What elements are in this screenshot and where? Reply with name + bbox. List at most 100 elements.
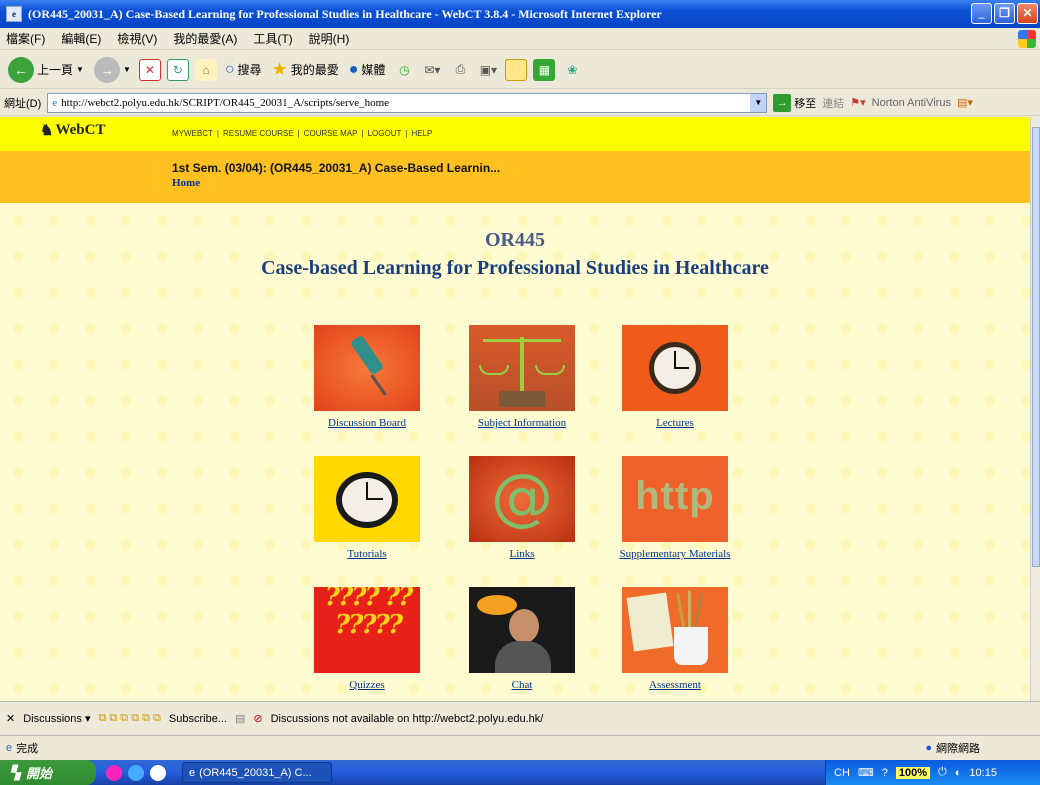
tile-label-subject-information[interactable]: Subject Information xyxy=(447,417,597,429)
start-button[interactable]: ▚ 開始 xyxy=(0,760,96,785)
help-icon[interactable]: ? xyxy=(882,767,888,779)
question-marks-icon[interactable]: ???? ?? ????? xyxy=(314,587,420,673)
forward-button[interactable]: → ▼ xyxy=(92,55,133,85)
tile-label-assessment[interactable]: Assessment xyxy=(600,679,750,691)
norton-label[interactable]: Norton AntiVirus xyxy=(872,97,951,109)
mail-icon[interactable]: ✉▾ xyxy=(421,59,443,81)
windows-flag-icon: ▚ xyxy=(10,764,20,780)
phone-person-icon[interactable] xyxy=(469,587,575,673)
volume-icon[interactable]: ◐ xyxy=(955,767,962,779)
scrollbar-thumb[interactable] xyxy=(1032,127,1040,567)
pane-icon[interactable]: ▤ xyxy=(235,712,245,725)
nav-course-map[interactable]: COURSE MAP xyxy=(304,129,358,138)
go-label: 移至 xyxy=(794,97,817,110)
stop-icon[interactable]: ✕ xyxy=(138,58,161,81)
menu-file[interactable]: 檔案(F) xyxy=(6,30,45,47)
windows-logo-icon xyxy=(1018,30,1036,48)
status-text: 完成 xyxy=(16,743,39,755)
go-arrow-icon: → xyxy=(773,93,792,112)
back-arrow-icon: ← xyxy=(8,56,34,83)
zone-indicator: ● 網際網路 xyxy=(925,740,980,756)
webct-header: ♞ WebCT MYWEBCT | RESUME COURSE | COURSE M… xyxy=(0,117,1030,151)
subscribe-button[interactable]: Subscribe... xyxy=(169,713,227,725)
tile-lectures[interactable]: Lectures xyxy=(600,325,750,429)
http-icon[interactable]: http xyxy=(622,456,728,542)
notes-icon[interactable] xyxy=(505,58,528,81)
discussion-tools-icon[interactable]: ⧉ ⧉ ⧉ ⧉ ⧉ ⧉ xyxy=(98,712,160,725)
search-button[interactable]: ○ 搜尋 xyxy=(223,55,264,85)
discussions-close-icon[interactable]: ✕ xyxy=(6,712,15,725)
desktop-quicklaunch-icon[interactable] xyxy=(150,764,166,781)
webct-logo[interactable]: ♞ WebCT xyxy=(40,121,105,140)
discussions-menu[interactable]: Discussions ▾ xyxy=(23,712,90,725)
tile-links[interactable]: @ Links xyxy=(447,456,597,560)
media-icon: ● xyxy=(348,60,359,78)
scales-icon[interactable] xyxy=(469,325,575,411)
favorites-button[interactable]: ★ 我的最愛 xyxy=(270,55,341,85)
address-dropdown-icon[interactable]: ▼ xyxy=(750,93,767,112)
tile-label-chat[interactable]: Chat xyxy=(447,679,597,691)
power-icon[interactable]: ⏻ xyxy=(938,766,947,779)
zoom-indicator[interactable]: 100% xyxy=(895,766,931,779)
ie-quicklaunch-icon[interactable] xyxy=(128,764,144,781)
tile-chat[interactable]: Chat xyxy=(447,587,597,691)
tile-tutorials[interactable]: Tutorials xyxy=(292,456,442,560)
menu-help[interactable]: 說明(H) xyxy=(309,30,350,47)
back-button[interactable]: ← 上一頁 ▼ xyxy=(6,55,86,85)
address-bar: 網址(D) e http://webct2.polyu.edu.hk/SCRIP… xyxy=(0,90,1040,116)
clock-icon[interactable] xyxy=(622,325,728,411)
taskbar-task-ie[interactable]: e (OR445_20031_A) C... xyxy=(182,762,332,783)
clock-icon[interactable] xyxy=(314,456,420,542)
pushpin-icon[interactable] xyxy=(314,325,420,411)
page-content: ♞ WebCT MYWEBCT | RESUME COURSE | COURSE M… xyxy=(0,117,1030,701)
breadcrumb-home[interactable]: Home xyxy=(172,177,1030,189)
menu-view[interactable]: 檢視(V) xyxy=(117,30,157,47)
tile-label-tutorials[interactable]: Tutorials xyxy=(292,548,442,560)
nav-resume-course[interactable]: RESUME COURSE xyxy=(223,129,294,138)
language-indicator[interactable]: CH xyxy=(834,767,850,779)
pencil-cup-icon[interactable] xyxy=(622,587,728,673)
tile-label-lectures[interactable]: Lectures xyxy=(600,417,750,429)
go-button[interactable]: → 移至 xyxy=(773,93,817,112)
menu-edit[interactable]: 編輯(E) xyxy=(61,30,101,47)
at-sign-icon[interactable]: @ xyxy=(469,456,575,542)
norton-icon[interactable]: ▤▾ xyxy=(957,96,973,109)
minimize-button[interactable]: _ xyxy=(971,3,992,24)
start-label: 開始 xyxy=(26,766,53,781)
close-button[interactable]: ✕ xyxy=(1017,3,1038,24)
webct-person-icon: ♞ xyxy=(40,123,54,139)
tile-subject-information[interactable]: Subject Information xyxy=(447,325,597,429)
media-button[interactable]: ● 媒體 xyxy=(347,55,388,85)
tile-assessment[interactable]: Assessment xyxy=(600,587,750,691)
tile-quizzes[interactable]: ???? ?? ????? Quizzes xyxy=(292,587,442,691)
ie-page-icon: e xyxy=(6,6,22,22)
maximize-button[interactable]: ❐ xyxy=(994,3,1015,24)
vertical-scrollbar[interactable] xyxy=(1030,117,1040,701)
nav-mywebct[interactable]: MYWEBCT xyxy=(172,129,213,138)
status-bar: e 完成 ● 網際網路 xyxy=(0,735,1040,760)
tile-label-quizzes[interactable]: Quizzes xyxy=(292,679,442,691)
nav-logout[interactable]: LOGOUT xyxy=(368,129,402,138)
address-label: 網址(D) xyxy=(4,97,42,110)
tile-label-links[interactable]: Links xyxy=(447,548,597,560)
tile-label-discussion-board[interactable]: Discussion Board xyxy=(292,417,442,429)
print-icon[interactable]: ⎙ xyxy=(449,59,471,81)
messenger-icon[interactable]: ▦ xyxy=(533,58,556,81)
people-icon[interactable]: ❀ xyxy=(561,59,583,81)
history-icon[interactable]: ◷ xyxy=(393,59,415,81)
tile-supplementary-materials[interactable]: http Supplementary Materials xyxy=(600,456,750,560)
window-title: (OR445_20031_A) Case-Based Learning for … xyxy=(28,6,662,21)
tile-label-supplementary-materials[interactable]: Supplementary Materials xyxy=(600,548,750,560)
home-icon[interactable]: ⌂ xyxy=(194,58,217,81)
links-label[interactable]: 連結 xyxy=(822,95,844,111)
translate-icon[interactable]: ⚑▾ xyxy=(850,96,865,109)
refresh-icon[interactable]: ↻ xyxy=(166,58,189,81)
keyboard-icon[interactable]: ⌨ xyxy=(858,766,874,779)
nav-help[interactable]: HELP xyxy=(411,129,432,138)
address-input[interactable]: e http://webct2.polyu.edu.hk/SCRIPT/OR44… xyxy=(47,92,768,113)
tile-discussion-board[interactable]: Discussion Board xyxy=(292,325,442,429)
menu-favorites[interactable]: 我的最愛(A) xyxy=(173,30,237,47)
favorites-label: 我的最愛 xyxy=(290,63,339,77)
menu-tools[interactable]: 工具(T) xyxy=(253,30,292,47)
edit-icon[interactable]: ▣▾ xyxy=(477,59,499,81)
